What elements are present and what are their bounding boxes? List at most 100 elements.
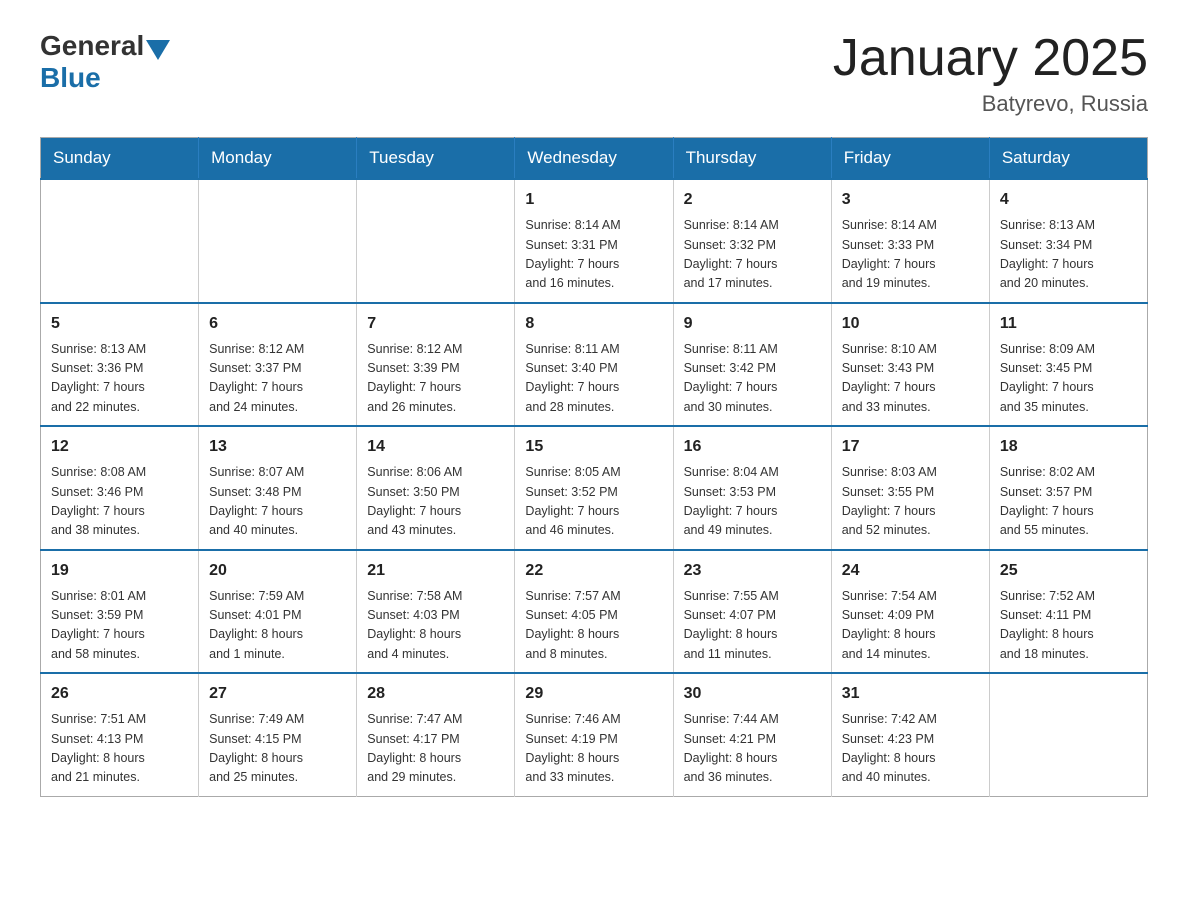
calendar-cell: 10Sunrise: 8:10 AM Sunset: 3:43 PM Dayli… xyxy=(831,303,989,427)
day-number: 23 xyxy=(684,559,821,583)
calendar-cell: 7 Sunrise: 8:12 AM Sunset: 3:39 PM Daylig… xyxy=(357,303,515,427)
day-info: Sunrise: 8:01 AM Sunset: 3:59 PM Dayligh… xyxy=(51,587,188,665)
day-number: 7 xyxy=(367,312,504,336)
calendar-cell: 3 Sunrise: 8:14 AM Sunset: 3:33 PM Daylig… xyxy=(831,179,989,303)
day-info: Sunrise: 8:13 AM Sunset: 3:34 PM Dayligh… xyxy=(1000,216,1137,294)
day-info: Sunrise: 7:51 AM Sunset: 4:13 PM Dayligh… xyxy=(51,710,188,788)
calendar-cell: 24Sunrise: 7:54 AM Sunset: 4:09 PM Dayli… xyxy=(831,550,989,674)
day-number: 15 xyxy=(525,435,662,459)
day-info: Sunrise: 7:59 AM Sunset: 4:01 PM Dayligh… xyxy=(209,587,346,665)
day-number: 20 xyxy=(209,559,346,583)
day-info: Sunrise: 8:03 AM Sunset: 3:55 PM Dayligh… xyxy=(842,463,979,541)
day-info: Sunrise: 8:13 AM Sunset: 3:36 PM Dayligh… xyxy=(51,340,188,418)
calendar-cell: 21Sunrise: 7:58 AM Sunset: 4:03 PM Dayli… xyxy=(357,550,515,674)
day-number: 13 xyxy=(209,435,346,459)
logo-general-text: General xyxy=(40,30,144,62)
day-info: Sunrise: 8:12 AM Sunset: 3:39 PM Dayligh… xyxy=(367,340,504,418)
calendar-cell: 31Sunrise: 7:42 AM Sunset: 4:23 PM Dayli… xyxy=(831,673,989,796)
day-info: Sunrise: 7:46 AM Sunset: 4:19 PM Dayligh… xyxy=(525,710,662,788)
calendar-cell: 8 Sunrise: 8:11 AM Sunset: 3:40 PM Daylig… xyxy=(515,303,673,427)
day-of-week-header: Friday xyxy=(831,138,989,180)
day-number: 1 xyxy=(525,188,662,212)
calendar-cell: 22 Sunrise: 7:57 AM Sunset: 4:05 PM Dayli… xyxy=(515,550,673,674)
calendar-cell: 4 Sunrise: 8:13 AM Sunset: 3:34 PM Daylig… xyxy=(989,179,1147,303)
day-info: Sunrise: 7:54 AM Sunset: 4:09 PM Dayligh… xyxy=(842,587,979,665)
day-number: 26 xyxy=(51,682,188,706)
day-info: Sunrise: 8:08 AM Sunset: 3:46 PM Dayligh… xyxy=(51,463,188,541)
day-info: Sunrise: 7:47 AM Sunset: 4:17 PM Dayligh… xyxy=(367,710,504,788)
calendar-title: January 2025 xyxy=(833,30,1148,87)
logo-blue-text: Blue xyxy=(40,62,101,93)
day-number: 4 xyxy=(1000,188,1137,212)
day-info: Sunrise: 7:55 AM Sunset: 4:07 PM Dayligh… xyxy=(684,587,821,665)
day-number: 8 xyxy=(525,312,662,336)
day-info: Sunrise: 8:05 AM Sunset: 3:52 PM Dayligh… xyxy=(525,463,662,541)
day-number: 17 xyxy=(842,435,979,459)
calendar-cell xyxy=(41,179,199,303)
calendar-cell: 9 Sunrise: 8:11 AM Sunset: 3:42 PM Daylig… xyxy=(673,303,831,427)
day-info: Sunrise: 7:58 AM Sunset: 4:03 PM Dayligh… xyxy=(367,587,504,665)
day-number: 27 xyxy=(209,682,346,706)
calendar-cell: 5 Sunrise: 8:13 AM Sunset: 3:36 PM Daylig… xyxy=(41,303,199,427)
day-number: 3 xyxy=(842,188,979,212)
day-info: Sunrise: 7:49 AM Sunset: 4:15 PM Dayligh… xyxy=(209,710,346,788)
calendar-week-row: 5 Sunrise: 8:13 AM Sunset: 3:36 PM Daylig… xyxy=(41,303,1148,427)
day-number: 12 xyxy=(51,435,188,459)
day-number: 16 xyxy=(684,435,821,459)
day-info: Sunrise: 8:11 AM Sunset: 3:40 PM Dayligh… xyxy=(525,340,662,418)
logo-triangle-icon xyxy=(146,40,170,60)
calendar-cell: 17 Sunrise: 8:03 AM Sunset: 3:55 PM Dayli… xyxy=(831,426,989,550)
calendar-cell: 25 Sunrise: 7:52 AM Sunset: 4:11 PM Dayli… xyxy=(989,550,1147,674)
day-of-week-header: Monday xyxy=(199,138,357,180)
day-of-week-header: Sunday xyxy=(41,138,199,180)
calendar-location: Batyrevo, Russia xyxy=(833,91,1148,117)
day-number: 30 xyxy=(684,682,821,706)
calendar-cell: 16Sunrise: 8:04 AM Sunset: 3:53 PM Dayli… xyxy=(673,426,831,550)
page-header: General Blue January 2025 Batyrevo, Russ… xyxy=(40,30,1148,117)
day-info: Sunrise: 8:09 AM Sunset: 3:45 PM Dayligh… xyxy=(1000,340,1137,418)
day-number: 18 xyxy=(1000,435,1137,459)
calendar-cell: 20 Sunrise: 7:59 AM Sunset: 4:01 PM Dayli… xyxy=(199,550,357,674)
day-info: Sunrise: 8:07 AM Sunset: 3:48 PM Dayligh… xyxy=(209,463,346,541)
day-of-week-header: Wednesday xyxy=(515,138,673,180)
day-number: 6 xyxy=(209,312,346,336)
calendar-cell: 19Sunrise: 8:01 AM Sunset: 3:59 PM Dayli… xyxy=(41,550,199,674)
calendar-cell: 28Sunrise: 7:47 AM Sunset: 4:17 PM Dayli… xyxy=(357,673,515,796)
calendar-cell xyxy=(357,179,515,303)
day-info: Sunrise: 8:14 AM Sunset: 3:32 PM Dayligh… xyxy=(684,216,821,294)
calendar-cell: 12 Sunrise: 8:08 AM Sunset: 3:46 PM Dayli… xyxy=(41,426,199,550)
calendar-cell: 1Sunrise: 8:14 AM Sunset: 3:31 PM Daylig… xyxy=(515,179,673,303)
day-info: Sunrise: 7:44 AM Sunset: 4:21 PM Dayligh… xyxy=(684,710,821,788)
calendar-cell: 2 Sunrise: 8:14 AM Sunset: 3:32 PM Daylig… xyxy=(673,179,831,303)
day-info: Sunrise: 8:11 AM Sunset: 3:42 PM Dayligh… xyxy=(684,340,821,418)
calendar-cell: 23 Sunrise: 7:55 AM Sunset: 4:07 PM Dayli… xyxy=(673,550,831,674)
calendar-cell: 27 Sunrise: 7:49 AM Sunset: 4:15 PM Dayli… xyxy=(199,673,357,796)
day-info: Sunrise: 7:42 AM Sunset: 4:23 PM Dayligh… xyxy=(842,710,979,788)
day-info: Sunrise: 8:14 AM Sunset: 3:33 PM Dayligh… xyxy=(842,216,979,294)
day-info: Sunrise: 8:10 AM Sunset: 3:43 PM Dayligh… xyxy=(842,340,979,418)
day-number: 5 xyxy=(51,312,188,336)
title-block: January 2025 Batyrevo, Russia xyxy=(833,30,1148,117)
calendar-cell: 29 Sunrise: 7:46 AM Sunset: 4:19 PM Dayli… xyxy=(515,673,673,796)
calendar-cell: 11 Sunrise: 8:09 AM Sunset: 3:45 PM Dayli… xyxy=(989,303,1147,427)
day-of-week-header: Tuesday xyxy=(357,138,515,180)
day-info: Sunrise: 8:12 AM Sunset: 3:37 PM Dayligh… xyxy=(209,340,346,418)
logo: General Blue xyxy=(40,30,172,94)
day-number: 2 xyxy=(684,188,821,212)
calendar-header-row: SundayMondayTuesdayWednesdayThursdayFrid… xyxy=(41,138,1148,180)
calendar-week-row: 12 Sunrise: 8:08 AM Sunset: 3:46 PM Dayli… xyxy=(41,426,1148,550)
day-number: 25 xyxy=(1000,559,1137,583)
day-number: 11 xyxy=(1000,312,1137,336)
day-info: Sunrise: 7:52 AM Sunset: 4:11 PM Dayligh… xyxy=(1000,587,1137,665)
calendar-week-row: 26 Sunrise: 7:51 AM Sunset: 4:13 PM Dayli… xyxy=(41,673,1148,796)
calendar-cell: 30 Sunrise: 7:44 AM Sunset: 4:21 PM Dayli… xyxy=(673,673,831,796)
calendar-cell xyxy=(199,179,357,303)
calendar-cell: 13 Sunrise: 8:07 AM Sunset: 3:48 PM Dayli… xyxy=(199,426,357,550)
day-number: 22 xyxy=(525,559,662,583)
day-number: 29 xyxy=(525,682,662,706)
day-info: Sunrise: 7:57 AM Sunset: 4:05 PM Dayligh… xyxy=(525,587,662,665)
day-number: 9 xyxy=(684,312,821,336)
day-info: Sunrise: 8:02 AM Sunset: 3:57 PM Dayligh… xyxy=(1000,463,1137,541)
calendar-table: SundayMondayTuesdayWednesdayThursdayFrid… xyxy=(40,137,1148,797)
day-number: 14 xyxy=(367,435,504,459)
